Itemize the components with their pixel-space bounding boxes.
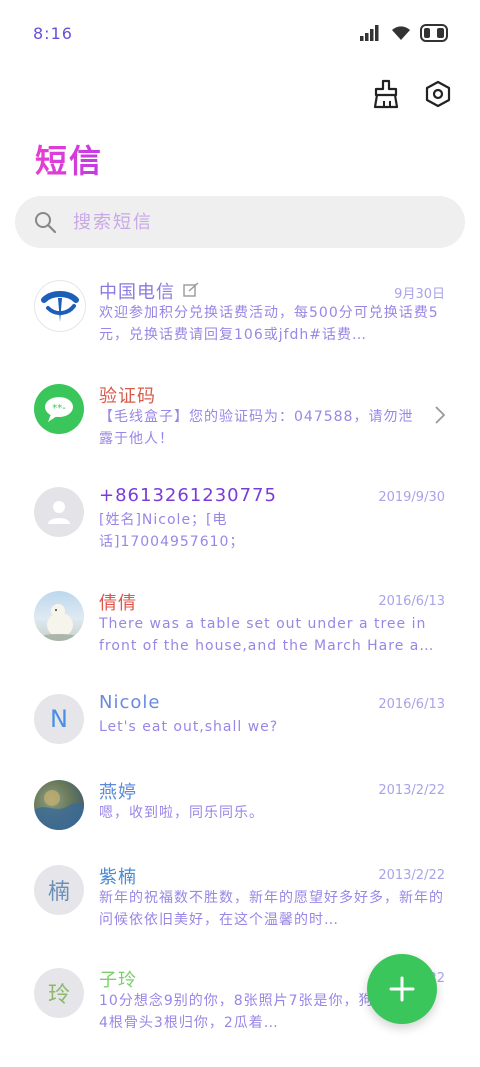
clean-button[interactable] xyxy=(370,78,402,110)
conversation-item[interactable]: 中国电信 9月30日 欢迎参加积分兑换话费活动，每500分可兑换话费5元，兑换话… xyxy=(0,266,480,366)
settings-hex-icon xyxy=(425,80,451,108)
conversation-item[interactable]: 楠 紫楠 2013/2/22 新年的祝福数不胜数，新年的愿望好多好多，新年的问候… xyxy=(0,851,480,951)
svg-text:**-: **- xyxy=(52,403,66,414)
message-preview: Let's eat out,shall we? xyxy=(99,719,279,735)
edit-note-icon xyxy=(183,282,199,297)
telecom-logo xyxy=(41,291,79,322)
contact-name: +8613261230775 xyxy=(99,485,277,506)
contact-name: 倩倩 xyxy=(99,593,137,614)
message-preview: [姓名]Nicole；[电话]17004957610； xyxy=(99,512,245,550)
search-icon xyxy=(35,212,57,234)
person-icon xyxy=(48,501,70,524)
battery-icon xyxy=(420,24,448,42)
contact-name: 燕婷 xyxy=(99,782,137,803)
message-date: 9月30日 xyxy=(394,287,445,302)
plus-icon xyxy=(389,976,415,1002)
conversation-item[interactable]: N Nicole 2016/6/13 Let's eat out,shall w… xyxy=(0,680,480,780)
avatar xyxy=(34,487,84,537)
message-date: 2019/9/30 xyxy=(378,490,445,505)
message-preview: 嗯，收到啦，同乐同乐。 xyxy=(99,805,264,821)
message-date: 2013/2/22 xyxy=(378,868,445,883)
conversation-item[interactable]: **- 验证码 【毛线盒子】您的验证码为：047588，请勿泄露于他人！ xyxy=(0,370,480,470)
toolbar xyxy=(370,78,454,110)
message-date: 2016/6/13 xyxy=(378,697,445,712)
message-preview: 新年的祝福数不胜数，新年的愿望好多好多，新年的问候依依旧美好，在这个温馨的时… xyxy=(99,890,444,928)
status-icons xyxy=(360,24,450,42)
avatar xyxy=(34,280,86,332)
polar-bear-photo xyxy=(39,604,79,641)
avatar: 玲 xyxy=(34,968,84,1018)
landscape-photo xyxy=(34,790,84,830)
new-message-button[interactable] xyxy=(367,954,437,1024)
clean-brush-icon xyxy=(373,79,399,109)
search-bar[interactable] xyxy=(15,196,465,248)
avatar xyxy=(34,780,84,830)
avatar xyxy=(34,591,84,641)
status-time: 8:16 xyxy=(33,24,73,43)
chevron-right-icon xyxy=(435,406,446,424)
conversation-item[interactable]: +8613261230775 2019/9/30 [姓名]Nicole；[电话]… xyxy=(0,473,480,573)
conversation-item[interactable]: 倩倩 2016/6/13 There was a table set out u… xyxy=(0,577,480,677)
message-preview: 欢迎参加积分兑换话费活动，每500分可兑换话费5元，兑换话费请回复106或jfd… xyxy=(99,305,439,343)
message-date: 2013/2/22 xyxy=(378,783,445,798)
wifi-icon xyxy=(392,26,410,40)
page-title: 短信 xyxy=(35,136,103,182)
message-bubble-icon: **- xyxy=(45,397,73,422)
message-preview: 【毛线盒子】您的验证码为：047588，请勿泄露于他人！ xyxy=(99,409,414,447)
signal-icon xyxy=(360,25,379,41)
search-input[interactable] xyxy=(71,210,435,234)
avatar: **- xyxy=(34,384,84,434)
avatar: N xyxy=(34,694,84,744)
status-bar: 8:16 xyxy=(0,0,480,68)
contact-name: 中国电信 xyxy=(99,282,175,303)
settings-button[interactable] xyxy=(422,78,454,110)
message-preview: There was a table set out under a tree i… xyxy=(99,616,435,654)
avatar: 楠 xyxy=(34,865,84,915)
message-date: 2016/6/13 xyxy=(378,594,445,609)
contact-name: Nicole xyxy=(99,692,161,713)
contact-name: 子玲 xyxy=(99,970,137,991)
contact-name: 紫楠 xyxy=(99,867,137,888)
contact-name: 验证码 xyxy=(99,386,156,407)
